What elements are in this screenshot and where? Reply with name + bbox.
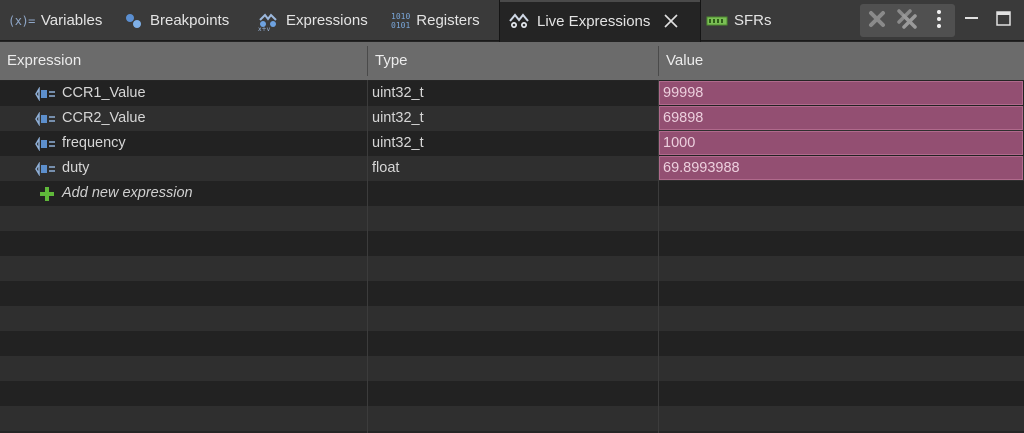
expression-cell: frequency — [34, 131, 126, 156]
empty-row — [0, 231, 1024, 256]
view-menu-button[interactable] — [927, 9, 951, 33]
expression-name: frequency — [62, 135, 126, 151]
registers-icon-row-2: 0101 — [391, 20, 411, 30]
registers-icon-row-1: 1010 — [391, 11, 411, 21]
breakpoints-icon — [124, 12, 144, 30]
table-row[interactable]: CCR2_Value uint32_t 69898 — [0, 106, 1024, 131]
column-header-expression[interactable]: Expression — [0, 42, 367, 80]
table-row[interactable]: duty float 69.8993988 — [0, 156, 1024, 181]
add-expression-row[interactable]: Add new expression — [0, 181, 1024, 206]
expressions-icon: x+y — [256, 11, 280, 31]
type-cell: float — [372, 160, 400, 176]
tab-variables[interactable]: (x)= Variables — [8, 0, 102, 41]
empty-row — [0, 356, 1024, 381]
table-header: Expression Type Value — [0, 42, 1024, 80]
remove-all-icon — [896, 8, 918, 34]
add-expression-cell[interactable]: Add new expression — [38, 181, 193, 206]
empty-row — [0, 381, 1024, 406]
variables-icon: (x)= — [8, 13, 35, 28]
expression-cell: duty — [34, 156, 89, 181]
maximize-icon — [995, 11, 1013, 32]
variable-icon — [34, 161, 56, 176]
registers-icon: 1010 0101 — [391, 12, 410, 30]
variable-icon — [34, 136, 56, 151]
column-divider — [658, 80, 659, 433]
tab-expressions[interactable]: x+y Expressions — [256, 0, 368, 41]
value-cell[interactable]: 99998 — [659, 81, 1023, 105]
empty-row — [0, 331, 1024, 356]
variable-icon — [34, 111, 56, 126]
tab-breakpoints-label: Breakpoints — [150, 12, 230, 29]
tab-sfrs-label: SFRs — [734, 12, 772, 29]
table-row[interactable]: frequency uint32_t 1000 — [0, 131, 1024, 156]
add-icon — [38, 185, 56, 203]
more-vertical-icon — [936, 9, 942, 33]
tab-live-expressions-label: Live Expressions — [537, 12, 651, 30]
empty-row — [0, 281, 1024, 306]
add-expression-label: Add new expression — [62, 185, 193, 201]
maximize-button[interactable] — [995, 10, 1013, 28]
empty-row — [0, 406, 1024, 431]
minimize-button[interactable] — [963, 10, 981, 28]
expression-cell: CCR2_Value — [34, 106, 146, 131]
expression-name: CCR1_Value — [62, 85, 146, 101]
column-header-type[interactable]: Type — [368, 42, 658, 80]
value-cell[interactable]: 69898 — [659, 106, 1023, 130]
tab-live-expressions[interactable]: Live Expressions — [499, 0, 701, 42]
view-toolbar — [860, 4, 955, 37]
tab-breakpoints[interactable]: Breakpoints — [124, 0, 229, 41]
tab-registers[interactable]: 1010 0101 Registers — [391, 0, 480, 41]
tab-variables-label: Variables — [40, 12, 103, 29]
live-expressions-icon — [507, 11, 531, 31]
type-cell: uint32_t — [372, 85, 424, 101]
live-expressions-table: Expression Type Value CCR1_Value uint32_… — [0, 42, 1024, 433]
empty-row — [0, 306, 1024, 331]
value-cell[interactable]: 69.8993988 — [659, 156, 1023, 180]
svg-text:x+y: x+y — [258, 26, 271, 31]
expression-name: CCR2_Value — [62, 110, 146, 126]
type-cell: uint32_t — [372, 110, 424, 126]
remove-expression-button[interactable] — [865, 9, 889, 33]
empty-row — [0, 206, 1024, 231]
column-header-value[interactable]: Value — [659, 42, 1024, 80]
remove-icon — [867, 9, 887, 33]
tab-expressions-label: Expressions — [286, 12, 368, 29]
variable-icon — [34, 86, 56, 101]
minimize-icon — [963, 16, 981, 32]
view-tab-bar: (x)= Variables Breakpoints x+y Expressio… — [0, 0, 1024, 42]
expression-cell: CCR1_Value — [34, 81, 146, 106]
remove-all-expressions-button[interactable] — [895, 9, 919, 33]
live-expressions-view: (x)= Variables Breakpoints x+y Expressio… — [0, 0, 1024, 433]
tab-registers-label: Registers — [416, 12, 480, 29]
sfrs-icon — [706, 13, 728, 29]
column-divider — [367, 80, 368, 433]
expression-name: duty — [62, 160, 90, 176]
table-row[interactable]: CCR1_Value uint32_t 99998 — [0, 81, 1024, 106]
close-tab-icon[interactable] — [664, 14, 678, 28]
value-cell[interactable]: 1000 — [659, 131, 1023, 155]
tab-sfrs[interactable]: SFRs — [706, 0, 772, 41]
type-cell: uint32_t — [372, 135, 424, 151]
empty-row — [0, 256, 1024, 281]
